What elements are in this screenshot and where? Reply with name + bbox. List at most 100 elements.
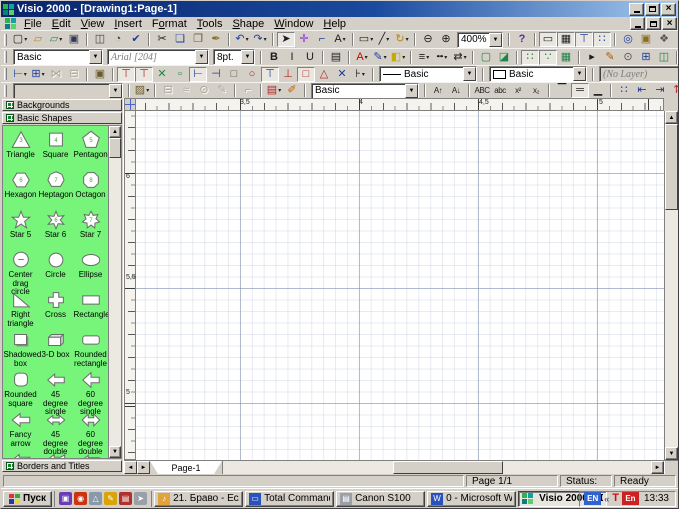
stencil-shape-rounded-square[interactable]: Rounded square: [3, 369, 38, 409]
page-tab[interactable]: Page-1: [150, 461, 222, 474]
snap-to-ruler-toggle[interactable]: ⊤: [117, 67, 135, 82]
menu-tools[interactable]: Tools: [192, 18, 228, 30]
editor-icon[interactable]: ✎: [104, 492, 117, 505]
font-size-combo[interactable]: 8pt.▼: [213, 49, 255, 65]
menu-view[interactable]: View: [76, 18, 110, 30]
glue-to-shapes-toggle[interactable]: ⊢: [189, 67, 207, 82]
format-painter-button[interactable]: ✒: [207, 32, 225, 47]
decrease-indent-button[interactable]: ⇤: [633, 83, 651, 98]
stencil-header-backgrounds[interactable]: Backgrounds: [2, 99, 122, 111]
snap-to-alignment-toggle[interactable]: ⊤: [261, 67, 279, 82]
elbow-connector-button[interactable]: ⌐: [239, 83, 257, 98]
snap-toggle[interactable]: ∷: [521, 50, 539, 65]
close-button[interactable]: ×: [661, 3, 676, 16]
font-combo[interactable]: Arial [204]▼: [107, 49, 209, 65]
paste-button[interactable]: ❐: [189, 32, 207, 47]
stencil-shape-ellipse[interactable]: Ellipse: [73, 249, 108, 289]
fill-color-button[interactable]: ◧▾: [389, 50, 407, 65]
pan-zoom-button[interactable]: ❖: [655, 32, 673, 47]
show-desktop-icon[interactable]: ➤: [134, 492, 147, 505]
menu-edit[interactable]: Edit: [47, 18, 76, 30]
insert-object-button[interactable]: ⊙: [619, 50, 637, 65]
redo-button[interactable]: ↷▾: [251, 32, 269, 47]
insert-chart-button[interactable]: ◫: [655, 50, 673, 65]
all-caps-button[interactable]: ABC: [473, 83, 491, 98]
stencil-shape-shadowed-box[interactable]: Shadowed box: [3, 329, 38, 369]
pointer-tool[interactable]: ➤: [277, 32, 295, 47]
page-setup-button[interactable]: ◪: [495, 50, 513, 65]
insert-table-button[interactable]: ⊞: [637, 50, 655, 65]
draw-annotation-button[interactable]: ✎: [601, 50, 619, 65]
stencil-shape-star-6[interactable]: 6Star 6: [38, 209, 73, 249]
align-shapes-button[interactable]: ⊢▾: [11, 67, 29, 82]
connect-shapes-button[interactable]: ⋈: [47, 67, 65, 82]
rulers-toggle[interactable]: ▭: [539, 32, 557, 47]
task-0-microsoft-word[interactable]: W0 - Microsoft Word: [427, 491, 516, 507]
lay-out-shapes-button[interactable]: ⊟: [65, 67, 83, 82]
cut-button[interactable]: ✂: [153, 32, 171, 47]
stencil-shape-fancy-left3[interactable]: [73, 449, 108, 458]
menu-shape[interactable]: Shape: [227, 18, 269, 30]
stencil-header-borders[interactable]: Borders and Titles: [2, 460, 122, 472]
line-ends-button[interactable]: ⇄▾: [451, 50, 469, 65]
style-combo[interactable]: Basic▼: [13, 49, 103, 65]
stencil-shape-hexagon[interactable]: 6Hexagon: [3, 169, 38, 209]
zoom-combo[interactable]: 400%▼: [457, 32, 503, 48]
menu-help[interactable]: Help: [318, 18, 351, 30]
increase-font-button[interactable]: A↑: [429, 83, 447, 98]
rotation-tool[interactable]: ↻▾: [393, 32, 411, 47]
stencil-shape-fancy-left1[interactable]: [3, 449, 38, 458]
text-style-combo[interactable]: Basic▼: [311, 83, 419, 99]
connector-tool[interactable]: ⌐: [313, 32, 331, 47]
line-pattern-button[interactable]: ╍▾: [433, 50, 451, 65]
stencil-shape-fancy-left2[interactable]: [38, 449, 73, 458]
stencil-shape-star-5[interactable]: Star 5: [3, 209, 38, 249]
open-stencil-button[interactable]: ▱▾: [47, 32, 65, 47]
scroll-thumb[interactable]: [393, 461, 503, 474]
intersect-button[interactable]: ✎: [213, 83, 231, 98]
glue-to-handles-toggle[interactable]: □: [225, 67, 243, 82]
copy-button[interactable]: ❏: [171, 32, 189, 47]
child-restore-button[interactable]: [646, 17, 661, 30]
align-middle-button[interactable]: ═: [571, 83, 589, 98]
align-top-button[interactable]: ▔: [553, 83, 571, 98]
collapse-tray-icon[interactable]: «: [604, 494, 609, 504]
connection-points-toggle[interactable]: ∷: [593, 32, 611, 47]
fragment-button[interactable]: ⊙: [195, 83, 213, 98]
print-preview-button[interactable]: ◔: [109, 32, 127, 47]
vertical-ruler[interactable]: 65,55: [124, 111, 136, 460]
save-tool-icon[interactable]: ▤: [119, 492, 132, 505]
stencil-shape-triangle[interactable]: 3Triangle: [3, 129, 38, 169]
align-bottom-button[interactable]: ▁: [589, 83, 607, 98]
zoom-in-button[interactable]: ⊕: [437, 32, 455, 47]
stencil-shape-rounded-rectangle[interactable]: Rounded rectangle: [73, 329, 108, 369]
scroll-thumb[interactable]: [109, 138, 121, 158]
stencil-shape-star-7[interactable]: 7Star 7: [73, 209, 108, 249]
drawing-explorer-button[interactable]: ▣: [637, 32, 655, 47]
dynamic-grid-toggle[interactable]: ▦: [557, 50, 575, 65]
scroll-right-icon[interactable]: ►: [651, 461, 664, 474]
menu-window[interactable]: Window: [269, 18, 318, 30]
stencil-shape-60-degree-single[interactable]: 60 degree single: [73, 369, 108, 409]
snap-to-frame-toggle[interactable]: □: [297, 67, 315, 82]
start-button[interactable]: Пуск: [3, 491, 52, 507]
insert-page-button[interactable]: ▢: [477, 50, 495, 65]
stencil-shape-3-d-box[interactable]: 3-D box: [38, 329, 73, 369]
menu-format[interactable]: Format: [147, 18, 192, 30]
horizontal-scrollbar[interactable]: [223, 461, 651, 474]
zoom-out-button[interactable]: ⊖: [419, 32, 437, 47]
save-button[interactable]: ▣: [65, 32, 83, 47]
help-button[interactable]: ?: [513, 32, 531, 47]
zoom-window-button[interactable]: ◎: [619, 32, 637, 47]
spelling-button[interactable]: ✔: [127, 32, 145, 47]
document-icon[interactable]: [5, 18, 16, 29]
new-button[interactable]: ▢▾: [11, 32, 29, 47]
decrease-font-button[interactable]: A↓: [447, 83, 465, 98]
increase-spacing-button[interactable]: ⇅: [669, 83, 678, 98]
report-button[interactable]: ▤▾: [265, 83, 283, 98]
stencil-shape-octagon[interactable]: 8Octagon: [73, 169, 108, 209]
combine-button[interactable]: ≈: [177, 83, 195, 98]
stencil-shape-pentagon[interactable]: 5Pentagon: [73, 129, 108, 169]
underline-button[interactable]: U: [301, 50, 319, 65]
child-close-button[interactable]: ×: [662, 17, 677, 30]
